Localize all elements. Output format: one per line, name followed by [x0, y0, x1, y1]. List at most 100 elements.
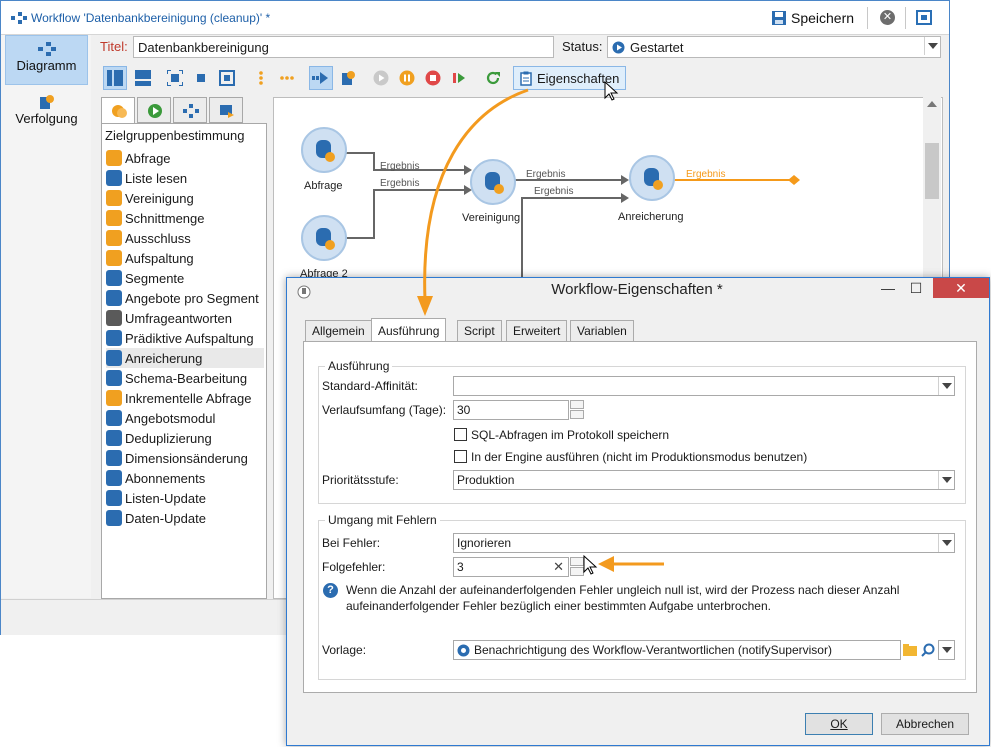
tab-events[interactable]	[209, 97, 243, 123]
node-label-abfrage: Abfrage	[304, 180, 343, 192]
window-title: Workflow 'Datenbankbereinigung (cleanup)…	[31, 11, 271, 25]
tab-variablen[interactable]: Variablen	[570, 320, 634, 342]
template-dropdown-arrow[interactable]	[939, 641, 954, 659]
affinity-select[interactable]	[453, 376, 955, 396]
link-vereinigung-anreicherung-2	[521, 197, 624, 278]
consecutive-spin-up[interactable]	[570, 557, 584, 566]
tab-targeting[interactable]	[101, 97, 135, 124]
palette-item[interactable]: Deduplizierung	[106, 428, 212, 448]
stop-button[interactable]	[421, 66, 445, 90]
activity-list: Zielgruppenbestimmung Abfrage Liste lesen…	[101, 123, 267, 599]
palette-item[interactable]: Liste lesen	[106, 168, 187, 188]
union-icon	[106, 190, 122, 206]
palette-item[interactable]: Schnittmenge	[106, 208, 205, 228]
template-dropdown[interactable]	[938, 640, 955, 660]
folder-icon[interactable]	[903, 644, 917, 656]
palette-item[interactable]: Angebotsmodul	[106, 408, 215, 428]
transition-button[interactable]	[309, 66, 333, 90]
palette-item[interactable]: Abfrage	[106, 148, 171, 168]
palette-item[interactable]: Abonnements	[106, 468, 205, 488]
palette-item[interactable]: Daten-Update	[106, 508, 206, 528]
consecutive-spin-down[interactable]	[570, 567, 584, 576]
status-dropdown-arrow[interactable]	[924, 37, 940, 55]
palette-item[interactable]: Aufspaltung	[106, 248, 194, 268]
properties-button[interactable]: Eigenschaften	[513, 66, 627, 90]
window-titlebar: Workflow 'Datenbankbereinigung (cleanup)…	[1, 1, 949, 35]
predictive-split-icon	[106, 330, 122, 346]
activity-properties-button[interactable]	[335, 66, 359, 90]
tab-flow-control[interactable]	[137, 97, 171, 123]
priority-select[interactable]: Produktion	[453, 470, 955, 490]
layout-horizontal-button[interactable]	[131, 66, 155, 90]
square-icon	[197, 74, 205, 82]
fit-view-button[interactable]	[163, 66, 187, 90]
align-vertical-button[interactable]	[249, 66, 273, 90]
on-error-dropdown-arrow[interactable]	[938, 534, 954, 552]
palette-item[interactable]: Prädiktive Aufspaltung	[106, 328, 254, 348]
palette-item[interactable]: Angebote pro Segment	[106, 288, 259, 308]
nav-tracking-button[interactable]: Verfolgung	[5, 89, 88, 139]
align-horizontal-button[interactable]	[275, 66, 299, 90]
tab-ausfuehrung[interactable]: Ausführung	[371, 318, 447, 342]
transition-arrow-icon	[312, 72, 328, 84]
activity-icon	[342, 71, 355, 85]
minimize-icon[interactable]: —	[875, 278, 901, 298]
tab-script[interactable]: Script	[457, 320, 502, 342]
zoom-fit-button[interactable]	[215, 66, 239, 90]
fullscreen-icon[interactable]	[916, 10, 932, 25]
scroll-thumb[interactable]	[925, 143, 939, 199]
start-button[interactable]	[369, 66, 393, 90]
info-icon: ?	[323, 583, 338, 598]
zoom-fit-icon	[219, 70, 235, 86]
close-workflow-icon[interactable]: ✕	[880, 10, 895, 25]
pause-button[interactable]	[395, 66, 419, 90]
tab-erweitert[interactable]: Erweitert	[506, 320, 568, 342]
canvas-scrollbar[interactable]	[923, 97, 941, 277]
affinity-label: Standard-Affinität:	[322, 379, 418, 393]
history-spin-up[interactable]	[570, 400, 584, 409]
status-field[interactable]: Gestartet	[607, 36, 941, 58]
palette-item[interactable]: Anreicherung	[106, 348, 264, 368]
on-error-select[interactable]: Ignorieren	[453, 533, 955, 553]
template-field[interactable]: Benachrichtigung des Workflow-Verantwort…	[453, 640, 901, 660]
palette-item-label: Prädiktive Aufspaltung	[125, 330, 254, 346]
palette-item[interactable]: Vereinigung	[106, 188, 194, 208]
link-label: Ergebnis	[380, 178, 420, 189]
zoom-reset-button[interactable]	[189, 66, 213, 90]
dimension-change-icon	[106, 450, 122, 466]
layout-vertical-icon	[107, 70, 123, 86]
sql-log-checkbox[interactable]	[454, 428, 467, 441]
clear-icon[interactable]: ✕	[553, 559, 564, 575]
history-days-input[interactable]: 30	[453, 400, 569, 420]
history-spin-down[interactable]	[570, 410, 584, 419]
palette-item-label: Abfrage	[125, 150, 171, 166]
maximize-icon[interactable]: ☐	[903, 278, 929, 298]
refresh-button[interactable]	[481, 66, 505, 90]
tab-allgemein[interactable]: Allgemein	[305, 320, 372, 342]
consecutive-errors-input[interactable]: 3 ✕	[453, 557, 569, 577]
unconditional-stop-button[interactable]	[447, 66, 471, 90]
ok-button[interactable]: OK	[805, 713, 873, 735]
palette-item[interactable]: Listen-Update	[106, 488, 206, 508]
palette-item[interactable]: Umfrageantworten	[106, 308, 232, 328]
sql-log-label: SQL-Abfragen im Protokoll speichern	[471, 428, 670, 442]
priority-dropdown-arrow[interactable]	[938, 471, 954, 489]
palette-item[interactable]: Segmente	[106, 268, 184, 288]
search-icon[interactable]	[921, 643, 935, 657]
cancel-button[interactable]: Abbrechen	[881, 713, 969, 735]
nav-diagram-button[interactable]: Diagramm	[5, 35, 88, 85]
engine-checkbox[interactable]	[454, 450, 467, 463]
incremental-query-icon	[106, 390, 122, 406]
scroll-up-icon[interactable]	[927, 101, 937, 107]
tab-actions[interactable]	[173, 97, 207, 123]
layout-vertical-button[interactable]	[103, 66, 127, 90]
palette-item[interactable]: Inkrementelle Abfrage	[106, 388, 251, 408]
palette-item[interactable]: Dimensionsänderung	[106, 448, 248, 468]
dialog-close-button[interactable]: ✕	[933, 278, 989, 298]
palette-item[interactable]: Ausschluss	[106, 228, 191, 248]
title-input[interactable]: Datenbankbereinigung	[133, 36, 554, 58]
save-button[interactable]: Speichern	[771, 8, 854, 28]
palette-item[interactable]: Schema-Bearbeitung	[106, 368, 247, 388]
link-label: Ergebnis	[380, 161, 420, 172]
affinity-dropdown-arrow[interactable]	[938, 377, 954, 395]
